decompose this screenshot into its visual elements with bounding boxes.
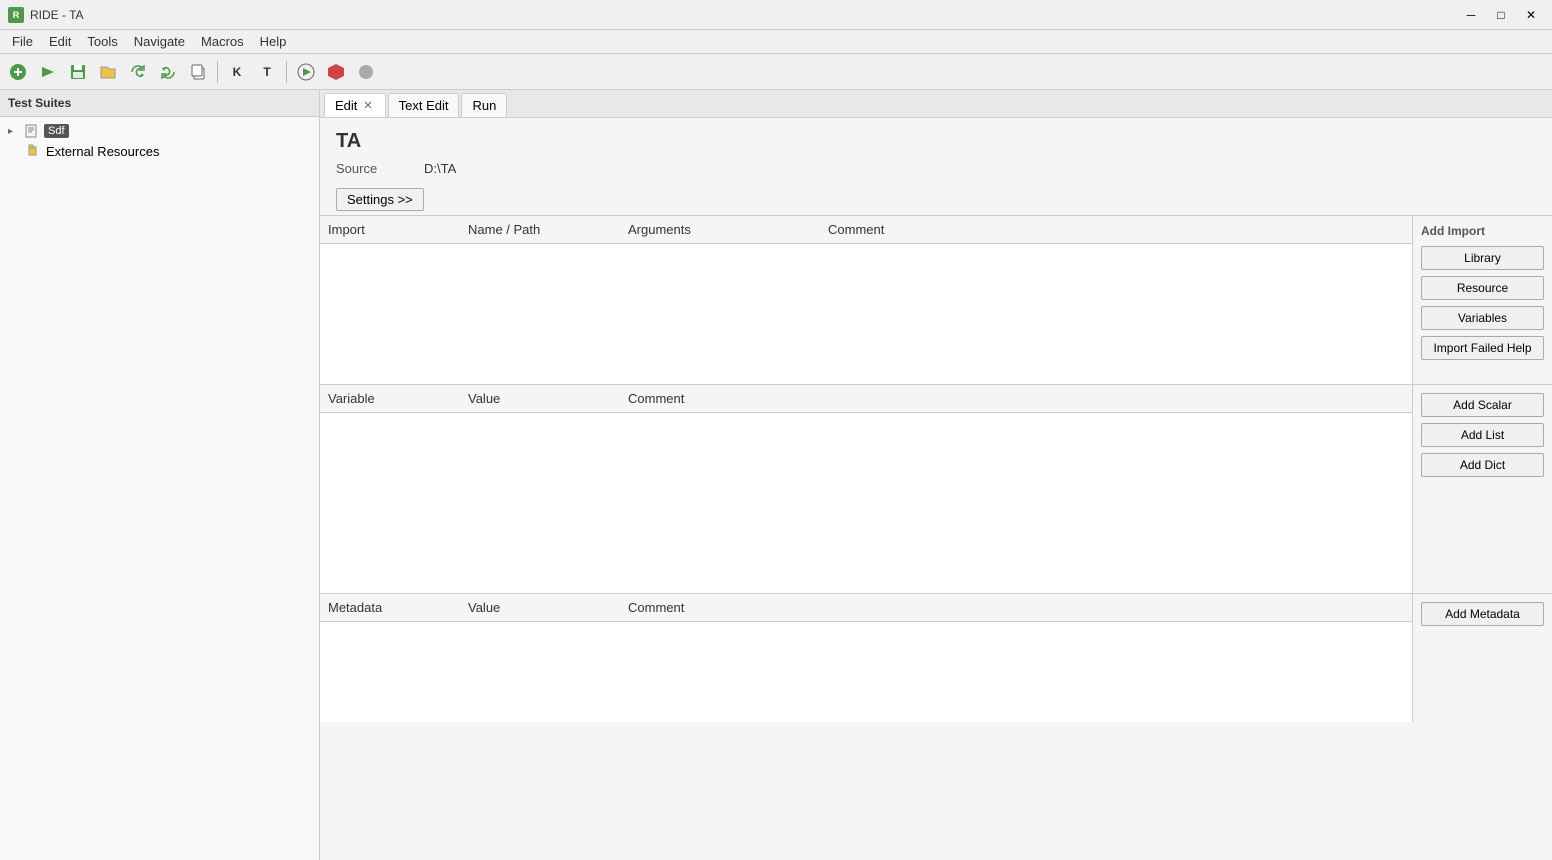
suite-source: Source D:\TA bbox=[336, 161, 1536, 176]
settings-section: Settings >> bbox=[320, 184, 1552, 215]
tab-edit-label: Edit bbox=[335, 98, 357, 113]
menu-macros[interactable]: Macros bbox=[193, 32, 252, 51]
import-section: Import Name / Path Arguments Comment Add… bbox=[320, 215, 1552, 384]
tab-run[interactable]: Run bbox=[461, 93, 507, 117]
redo-button[interactable]: T bbox=[253, 58, 281, 86]
file-icon bbox=[24, 123, 40, 139]
import-failed-help-button[interactable]: Import Failed Help bbox=[1421, 336, 1544, 360]
menu-tools[interactable]: Tools bbox=[79, 32, 125, 51]
variable-table-header: Variable Value Comment bbox=[320, 385, 1412, 413]
title-bar-title: RIDE - TA bbox=[30, 8, 84, 22]
import-table-body bbox=[320, 244, 1412, 384]
import-col-name-path: Name / Path bbox=[468, 222, 628, 237]
source-label: Source bbox=[336, 161, 416, 176]
metadata-table-header: Metadata Value Comment bbox=[320, 594, 1412, 622]
tree-expand-icon: ▸ bbox=[8, 126, 20, 137]
close-button[interactable]: ✕ bbox=[1518, 5, 1544, 25]
refresh2-button[interactable] bbox=[154, 58, 182, 86]
metadata-table-body bbox=[320, 622, 1412, 722]
copy-button[interactable] bbox=[184, 58, 212, 86]
menu-file[interactable]: File bbox=[4, 32, 41, 51]
content-area: Edit ✕ Text Edit Run TA Source D:\TA bbox=[320, 90, 1552, 860]
add-dict-button[interactable]: Add Dict bbox=[1421, 453, 1544, 477]
tab-run-label: Run bbox=[472, 98, 496, 113]
metadata-col-value: Value bbox=[468, 600, 628, 615]
stop-button[interactable] bbox=[322, 58, 350, 86]
variable-col-variable: Variable bbox=[328, 391, 468, 406]
metadata-col-comment: Comment bbox=[628, 600, 1404, 615]
title-bar: R RIDE - TA ─ □ ✕ bbox=[0, 0, 1552, 30]
metadata-actions: Add Metadata bbox=[1412, 594, 1552, 722]
maximize-button[interactable]: □ bbox=[1488, 5, 1514, 25]
open-file-button[interactable] bbox=[94, 58, 122, 86]
variable-col-comment: Comment bbox=[628, 391, 1404, 406]
toolbar: K T bbox=[0, 54, 1552, 90]
variable-col-value: Value bbox=[468, 391, 628, 406]
toolbar-sep2 bbox=[286, 61, 287, 83]
title-bar-left: R RIDE - TA bbox=[8, 7, 84, 23]
add-list-button[interactable]: Add List bbox=[1421, 423, 1544, 447]
refresh-button[interactable] bbox=[124, 58, 152, 86]
menu-edit[interactable]: Edit bbox=[41, 32, 79, 51]
variable-table-body bbox=[320, 413, 1412, 593]
edit-panel: TA Source D:\TA Settings >> Import Name … bbox=[320, 118, 1552, 860]
metadata-table: Metadata Value Comment bbox=[320, 594, 1412, 722]
tab-edit-close[interactable]: ✕ bbox=[361, 99, 374, 112]
tab-text-edit[interactable]: Text Edit bbox=[388, 93, 460, 117]
app-icon: R bbox=[8, 7, 24, 23]
library-button[interactable]: Library bbox=[1421, 246, 1544, 270]
metadata-col-metadata: Metadata bbox=[328, 600, 468, 615]
variable-actions: Add Scalar Add List Add Dict bbox=[1412, 385, 1552, 593]
external-resources-label: External Resources bbox=[46, 144, 159, 159]
run-button[interactable] bbox=[292, 58, 320, 86]
add-metadata-button[interactable]: Add Metadata bbox=[1421, 602, 1544, 626]
sidebar: Test Suites ▸ Sdf bbox=[0, 90, 320, 860]
import-col-import: Import bbox=[328, 222, 468, 237]
variable-table: Variable Value Comment bbox=[320, 385, 1412, 593]
source-value: D:\TA bbox=[424, 161, 456, 176]
import-table: Import Name / Path Arguments Comment bbox=[320, 216, 1412, 384]
sidebar-header: Test Suites bbox=[0, 90, 319, 117]
sidebar-tree: ▸ Sdf Extern bbox=[0, 117, 319, 166]
tabs: Edit ✕ Text Edit Run bbox=[320, 90, 1552, 118]
save-button[interactable] bbox=[64, 58, 92, 86]
open-button[interactable] bbox=[34, 58, 62, 86]
sdf-label: Sdf bbox=[44, 124, 69, 138]
import-col-arguments: Arguments bbox=[628, 222, 828, 237]
new-button[interactable] bbox=[4, 58, 32, 86]
toolbar-sep1 bbox=[217, 61, 218, 83]
title-bar-controls: ─ □ ✕ bbox=[1458, 5, 1544, 25]
circle-button[interactable] bbox=[352, 58, 380, 86]
variables-button[interactable]: Variables bbox=[1421, 306, 1544, 330]
tree-item-sdf[interactable]: ▸ Sdf bbox=[4, 121, 315, 141]
import-table-header: Import Name / Path Arguments Comment bbox=[320, 216, 1412, 244]
menu-bar: File Edit Tools Navigate Macros Help bbox=[0, 30, 1552, 54]
add-scalar-button[interactable]: Add Scalar bbox=[1421, 393, 1544, 417]
minimize-button[interactable]: ─ bbox=[1458, 5, 1484, 25]
import-actions: Add Import Library Resource Variables Im… bbox=[1412, 216, 1552, 384]
menu-help[interactable]: Help bbox=[252, 32, 295, 51]
undo-button[interactable]: K bbox=[223, 58, 251, 86]
suite-name: TA bbox=[336, 130, 1536, 153]
variable-section: Variable Value Comment Add Scalar Add Li… bbox=[320, 384, 1552, 593]
add-import-label: Add Import bbox=[1421, 224, 1544, 238]
suite-info: TA Source D:\TA bbox=[320, 118, 1552, 184]
external-resources-icon bbox=[28, 143, 42, 160]
main-layout: Test Suites ▸ Sdf bbox=[0, 90, 1552, 860]
tab-edit[interactable]: Edit ✕ bbox=[324, 93, 386, 117]
metadata-section: Metadata Value Comment Add Metadata bbox=[320, 593, 1552, 722]
resource-button[interactable]: Resource bbox=[1421, 276, 1544, 300]
tab-text-edit-label: Text Edit bbox=[399, 98, 449, 113]
menu-navigate[interactable]: Navigate bbox=[126, 32, 193, 51]
settings-button[interactable]: Settings >> bbox=[336, 188, 424, 211]
tree-item-external-resources[interactable]: External Resources bbox=[4, 141, 315, 162]
import-col-comment: Comment bbox=[828, 222, 1404, 237]
